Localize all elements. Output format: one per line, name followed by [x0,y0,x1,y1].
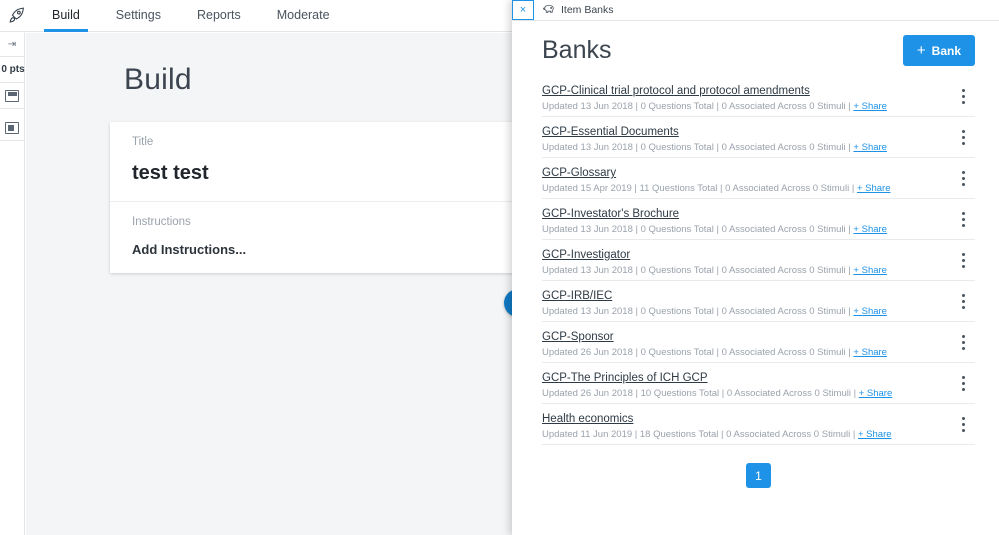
row-menu-icon[interactable] [951,328,975,358]
bank-meta: Updated 15 Apr 2019 | 11 Questions Total… [542,183,890,194]
tab-moderate-label: Moderate [277,8,330,22]
rail-points: 0 pts [0,57,24,83]
panel-title: Banks [542,36,611,65]
panel-breadcrumb: Item Banks [534,0,614,20]
table-row[interactable]: GCP-IRB/IEC Updated 13 Jun 2018 | 0 Ques… [542,281,975,322]
bank-info: GCP-Essential Documents Updated 13 Jun 2… [542,122,887,153]
bank-name-link[interactable]: GCP-IRB/IEC [542,290,612,302]
bank-meta-text: Updated 13 Jun 2018 | 0 Questions Total … [542,142,853,153]
bank-name-link[interactable]: GCP-Sponsor [542,331,614,343]
bank-meta-text: Updated 13 Jun 2018 | 0 Questions Total … [542,224,853,235]
table-row[interactable]: GCP-Essential Documents Updated 13 Jun 2… [542,117,975,158]
bank-info: GCP-Investator's Brochure Updated 13 Jun… [542,204,887,235]
table-row[interactable]: GCP-Glossary Updated 15 Apr 2019 | 11 Qu… [542,158,975,199]
bank-meta: Updated 26 Jun 2018 | 0 Questions Total … [542,347,887,358]
share-link[interactable]: + Share [853,142,887,153]
close-icon[interactable]: × [512,0,534,20]
tab-reports-label: Reports [197,8,241,22]
app-root: Build Settings Reports Moderate ⇥ 0 pts [0,0,999,535]
row-menu-icon[interactable] [951,164,975,194]
tab-settings-label: Settings [116,8,161,22]
media-block-icon [5,122,19,134]
bank-info: GCP-The Principles of ICH GCP Updated 26… [542,368,892,399]
bank-meta: Updated 26 Jun 2018 | 10 Questions Total… [542,388,892,399]
share-link[interactable]: + Share [858,429,892,440]
plus-icon: + [917,43,926,58]
pagination-page-1[interactable]: 1 [746,463,771,488]
pagination: 1 [542,445,975,488]
row-menu-icon[interactable] [951,205,975,235]
piggy-bank-icon [543,3,556,17]
bank-meta-text: Updated 13 Jun 2018 | 0 Questions Total … [542,265,853,276]
bank-name-link[interactable]: GCP-Investigator [542,249,630,261]
bank-info: Health economics Updated 11 Jun 2019 | 1… [542,409,892,440]
bank-name-link[interactable]: GCP-Glossary [542,167,616,179]
bank-name-link[interactable]: Health economics [542,413,633,425]
add-bank-button[interactable]: + Bank [903,35,975,66]
row-menu-icon[interactable] [951,246,975,276]
bank-name-link[interactable]: GCP-Investator's Brochure [542,208,679,220]
bank-info: GCP-Glossary Updated 15 Apr 2019 | 11 Qu… [542,163,890,194]
bank-name-link[interactable]: GCP-The Principles of ICH GCP [542,372,708,384]
share-link[interactable]: + Share [853,224,887,235]
table-row[interactable]: GCP-Investigator Updated 13 Jun 2018 | 0… [542,240,975,281]
rocket-icon[interactable] [0,0,34,32]
table-row[interactable]: Health economics Updated 11 Jun 2019 | 1… [542,404,975,445]
row-menu-icon[interactable] [951,410,975,440]
share-link[interactable]: + Share [853,265,887,276]
bank-meta-text: Updated 13 Jun 2018 | 0 Questions Total … [542,306,853,317]
tab-build-label: Build [52,8,80,22]
bank-meta: Updated 13 Jun 2018 | 0 Questions Total … [542,224,887,235]
bank-meta-text: Updated 26 Jun 2018 | 10 Questions Total… [542,388,859,399]
table-row[interactable]: GCP-Investator's Brochure Updated 13 Jun… [542,199,975,240]
bank-name-link[interactable]: GCP-Clinical trial protocol and protocol… [542,85,810,97]
share-link[interactable]: + Share [853,306,887,317]
bank-info: GCP-Clinical trial protocol and protocol… [542,81,887,112]
bank-meta: Updated 13 Jun 2018 | 0 Questions Total … [542,265,887,276]
share-link[interactable]: + Share [857,183,891,194]
row-menu-icon[interactable] [951,287,975,317]
row-menu-icon[interactable] [951,369,975,399]
rail-page-button[interactable] [0,83,24,109]
rail-collapse-button[interactable]: ⇥ [0,33,24,57]
row-menu-icon[interactable] [951,123,975,153]
bank-meta-text: Updated 13 Jun 2018 | 0 Questions Total … [542,101,853,112]
bank-name-link[interactable]: GCP-Essential Documents [542,126,679,138]
table-row[interactable]: GCP-Clinical trial protocol and protocol… [542,76,975,117]
bank-meta-text: Updated 11 Jun 2019 | 18 Questions Total… [542,429,858,440]
panel-titlebar: × Item Banks [512,0,999,21]
bank-meta: Updated 13 Jun 2018 | 0 Questions Total … [542,142,887,153]
bank-meta: Updated 13 Jun 2018 | 0 Questions Total … [542,306,887,317]
bank-info: GCP-IRB/IEC Updated 13 Jun 2018 | 0 Ques… [542,286,887,317]
bank-info: GCP-Sponsor Updated 26 Jun 2018 | 0 Ques… [542,327,887,358]
tab-moderate[interactable]: Moderate [259,0,348,32]
tab-settings[interactable]: Settings [98,0,179,32]
bank-meta: Updated 11 Jun 2019 | 18 Questions Total… [542,429,892,440]
points-label: 0 pts [0,64,25,75]
row-menu-icon[interactable] [951,82,975,112]
share-link[interactable]: + Share [853,101,887,112]
page-layout-icon [5,90,19,102]
rail-media-button[interactable] [0,115,24,141]
nav-tabs: Build Settings Reports Moderate [34,0,348,32]
item-banks-panel: × Item Banks Banks + Bank [512,0,999,535]
panel-breadcrumb-label: Item Banks [561,4,614,16]
tab-reports[interactable]: Reports [179,0,259,32]
bank-list: GCP-Clinical trial protocol and protocol… [512,76,999,535]
bank-info: GCP-Investigator Updated 13 Jun 2018 | 0… [542,245,887,276]
bank-meta: Updated 13 Jun 2018 | 0 Questions Total … [542,101,887,112]
collapse-arrow-icon: ⇥ [8,39,16,50]
left-rail: ⇥ 0 pts [0,33,25,535]
share-link[interactable]: + Share [853,347,887,358]
table-row[interactable]: GCP-The Principles of ICH GCP Updated 26… [542,363,975,404]
bank-meta-text: Updated 26 Jun 2018 | 0 Questions Total … [542,347,853,358]
bank-meta-text: Updated 15 Apr 2019 | 11 Questions Total… [542,183,857,194]
panel-header: Banks + Bank [512,21,999,76]
add-bank-label: Bank [932,44,961,58]
table-row[interactable]: GCP-Sponsor Updated 26 Jun 2018 | 0 Ques… [542,322,975,363]
share-link[interactable]: + Share [859,388,893,399]
tab-build[interactable]: Build [34,0,98,32]
